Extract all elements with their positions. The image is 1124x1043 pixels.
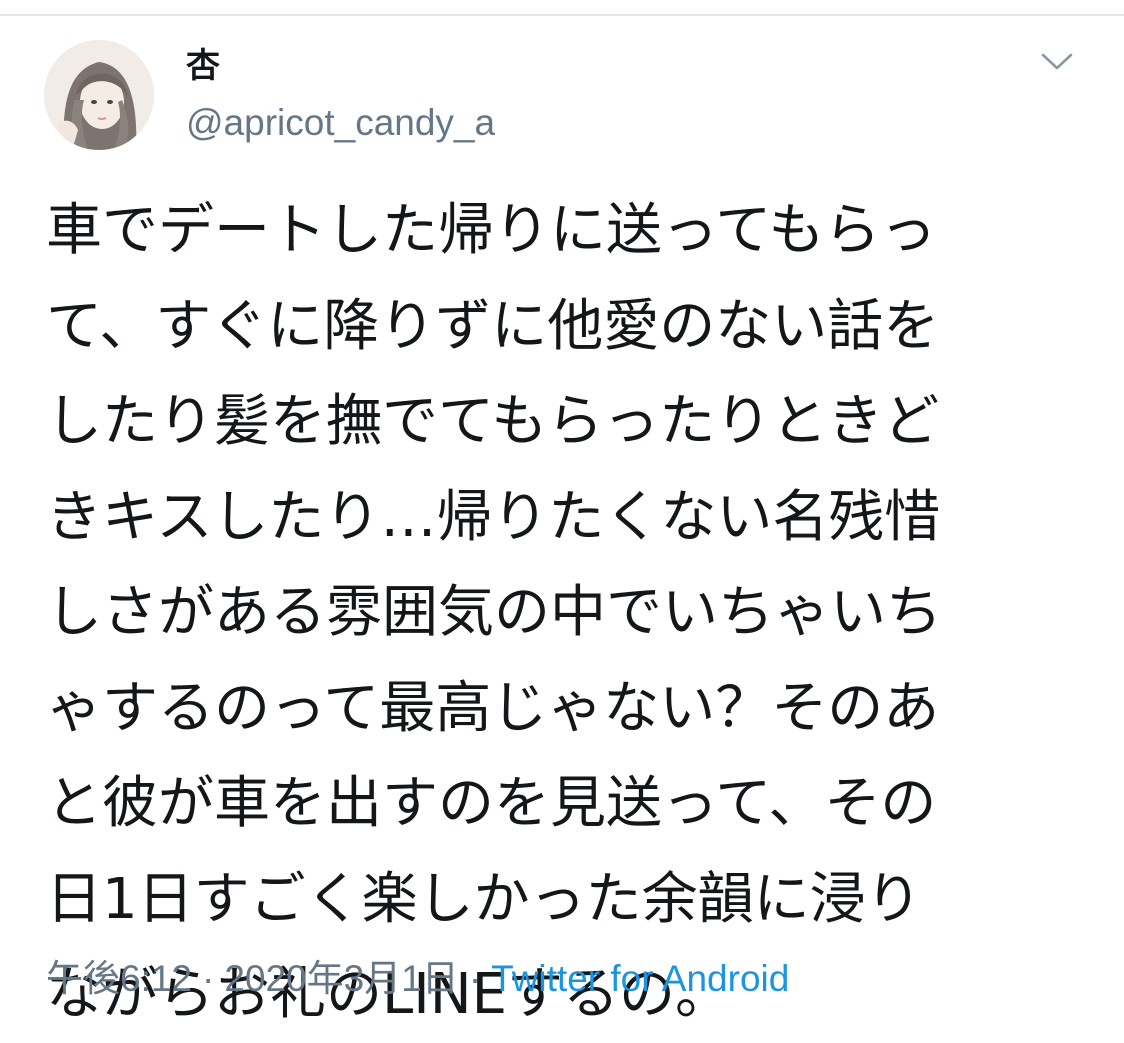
user-handle[interactable]: @apricot_candy_a [186,100,495,146]
tweet-text-line: と彼が車を出すのを見送って、その [46,771,937,836]
meta-separator: · [202,958,215,999]
tweet-text-line: 車でデートした帰りに送ってもらっ [46,198,937,263]
tweet-meta: 午後6:12 · 2020年3月1日 · Twitter for Android [46,955,789,1003]
more-options-button[interactable] [1034,42,1080,82]
chevron-down-icon [1041,53,1073,70]
tweet-text-line: きキスしたり…帰りたくない名残惜 [46,484,941,550]
display-name[interactable]: 杏 [186,44,220,88]
tweet-text-line: 日1日すごく楽しかった余韻に浸り [46,866,922,932]
meta-separator: · [468,958,482,999]
tweet-source-link[interactable]: Twitter for Android [491,958,789,999]
tweet-text: 車でデートした帰りに送ってもらっ て、すぐに降りずに他愛のない話を したり髪を撫… [46,183,1076,1043]
tweet-text-line: て、すぐに降りずに他愛のない話を [46,293,940,359]
tweet-text-line: しさがある雰囲気の中でいちゃいち [46,580,942,645]
top-divider [0,14,1124,16]
tweet-time[interactable]: 午後6:12 [46,958,192,999]
tweet-text-line: したり髪を撫でてもらったりときど [46,389,940,454]
user-avatar-illustration-icon [44,40,154,150]
tweet-text-line: ゃするのって最高じゃない？そのあ [46,675,940,741]
avatar[interactable] [44,40,154,150]
tweet-date[interactable]: 2020年3月1日 [224,958,458,999]
